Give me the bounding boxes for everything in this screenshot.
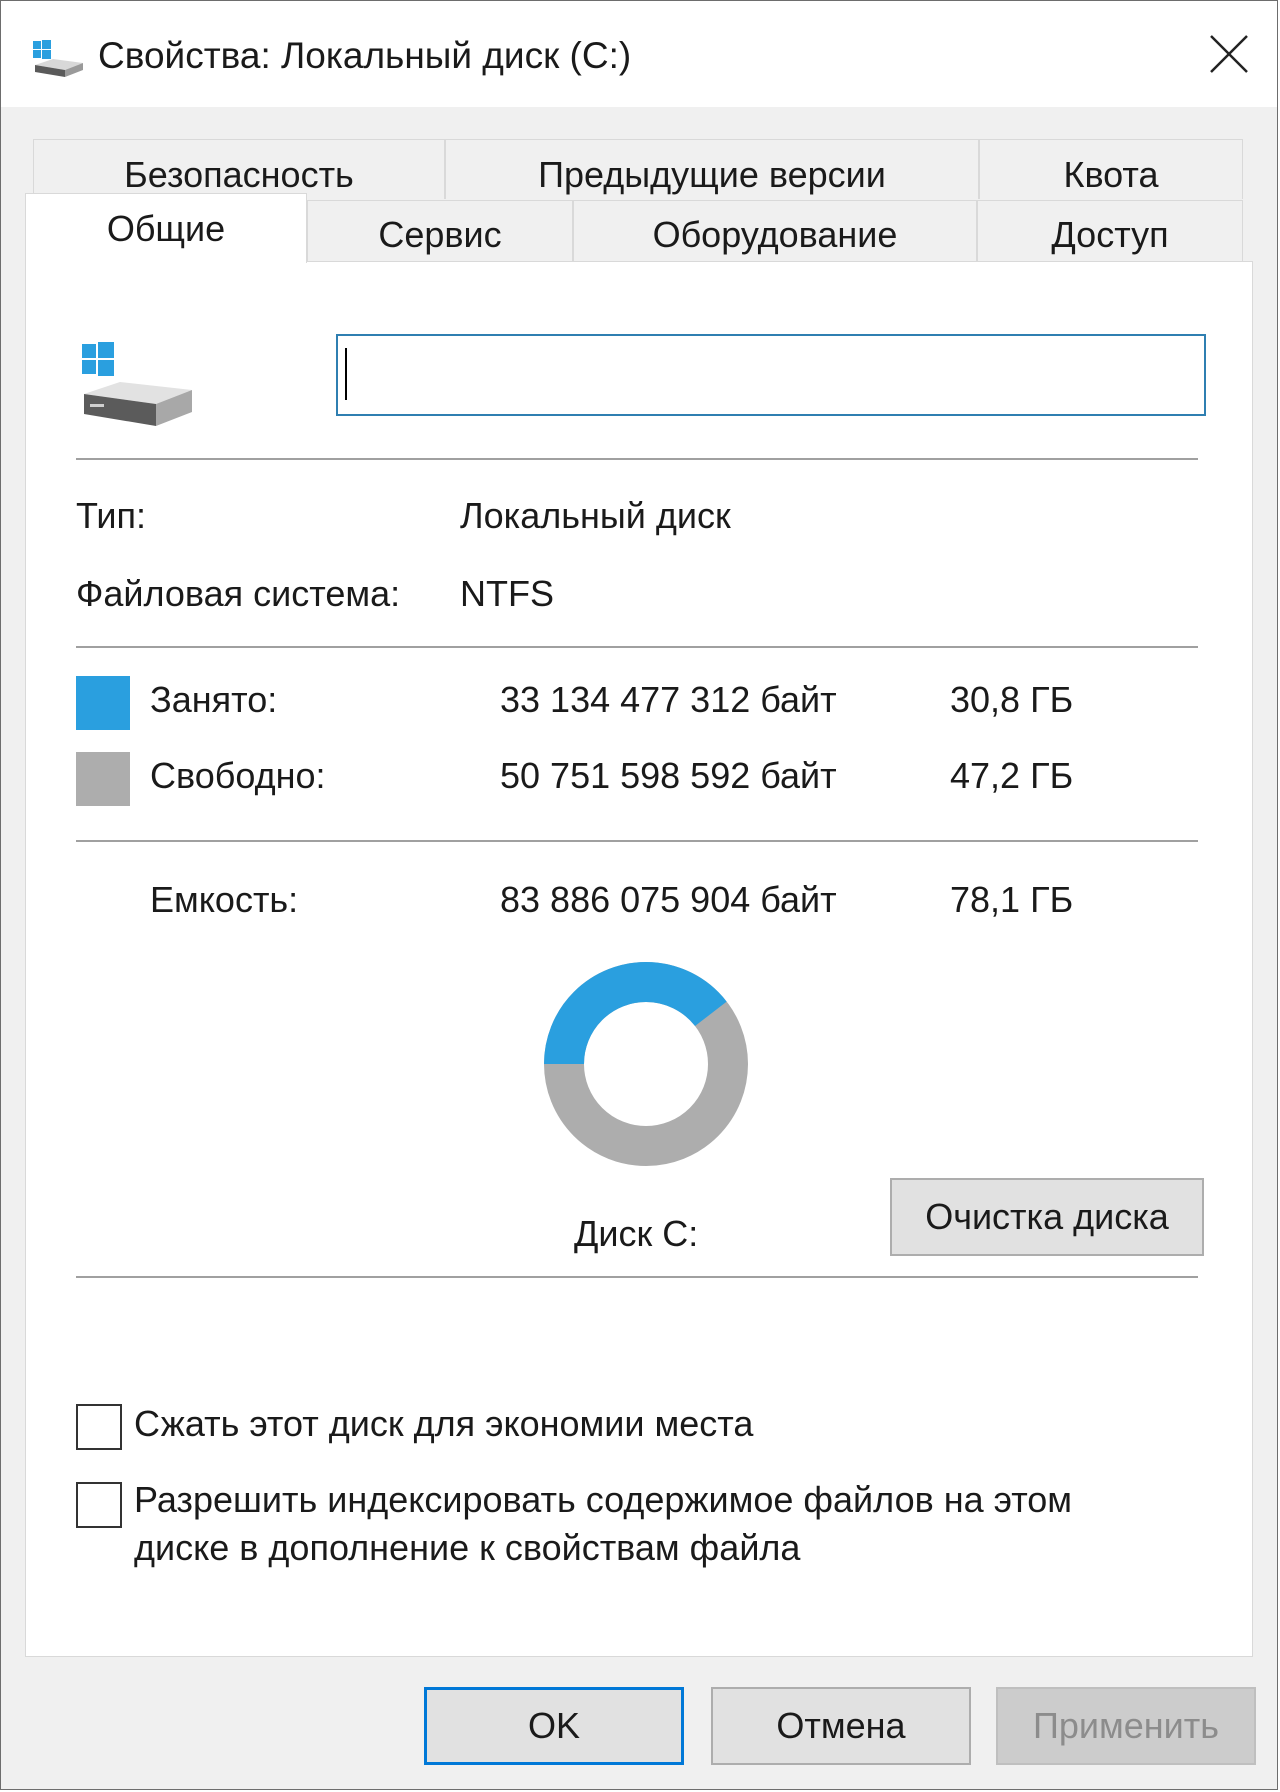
separator (76, 458, 1198, 460)
tab-tools[interactable]: Сервис (307, 200, 573, 262)
drive-name-input[interactable] (336, 334, 1206, 416)
ok-button[interactable]: OK (424, 1687, 684, 1765)
disk-cleanup-button[interactable]: Очистка диска (890, 1178, 1204, 1256)
type-label: Тип: (76, 495, 147, 536)
window-title: Свойства: Локальный диск (C:) (98, 35, 632, 76)
disk-usage-donut (544, 962, 748, 1166)
used-space-label: Занято: (150, 679, 278, 720)
drive-icon (82, 342, 192, 426)
tab-sharing[interactable]: Доступ (977, 200, 1243, 262)
separator (76, 1276, 1198, 1278)
free-space-label: Свободно: (150, 755, 326, 796)
free-space-gb: 47,2 ГБ (950, 755, 1074, 796)
used-space-swatch (76, 676, 130, 730)
tab-quota[interactable]: Квота (979, 139, 1243, 199)
separator (76, 840, 1198, 842)
tab-hardware[interactable]: Оборудование (573, 200, 977, 262)
properties-window: Свойства: Локальный диск (C:) Безопаснос… (0, 0, 1278, 1790)
capacity-label: Емкость: (150, 879, 299, 920)
file-system-label: Файловая система: (76, 573, 401, 614)
general-tab-panel: Тип: Локальный диск Файловая система: NT… (25, 261, 1253, 1657)
free-space-swatch (76, 752, 130, 806)
capacity-bytes: 83 886 075 904 байт (500, 879, 837, 920)
separator (76, 646, 1198, 648)
cancel-button[interactable]: Отмена (711, 1687, 971, 1765)
drive-label: Диск C: (574, 1213, 699, 1254)
type-value: Локальный диск (460, 495, 731, 536)
close-button[interactable] (1181, 1, 1277, 107)
close-icon (1210, 35, 1248, 73)
tab-previous-versions[interactable]: Предыдущие версии (445, 139, 979, 199)
capacity-gb: 78,1 ГБ (950, 879, 1074, 920)
drive-icon (33, 40, 83, 77)
used-space-gb: 30,8 ГБ (950, 679, 1074, 720)
apply-button[interactable]: Применить (996, 1687, 1256, 1765)
index-label-line1: Разрешить индексировать содержимое файло… (134, 1479, 1073, 1520)
index-checkbox[interactable] (76, 1482, 122, 1528)
compress-checkbox[interactable] (76, 1404, 122, 1450)
free-space-bytes: 50 751 598 592 байт (500, 755, 837, 796)
text-caret (345, 348, 347, 400)
used-space-bytes: 33 134 477 312 байт (500, 679, 837, 720)
tab-security[interactable]: Безопасность (33, 139, 445, 199)
file-system-value: NTFS (460, 573, 554, 614)
index-label-line2: диске в дополнение к свойствам файла (134, 1527, 801, 1568)
tab-general[interactable]: Общие (25, 193, 307, 263)
title-bar[interactable]: Свойства: Локальный диск (C:) (1, 1, 1277, 107)
compress-label: Сжать этот диск для экономии места (134, 1403, 754, 1444)
